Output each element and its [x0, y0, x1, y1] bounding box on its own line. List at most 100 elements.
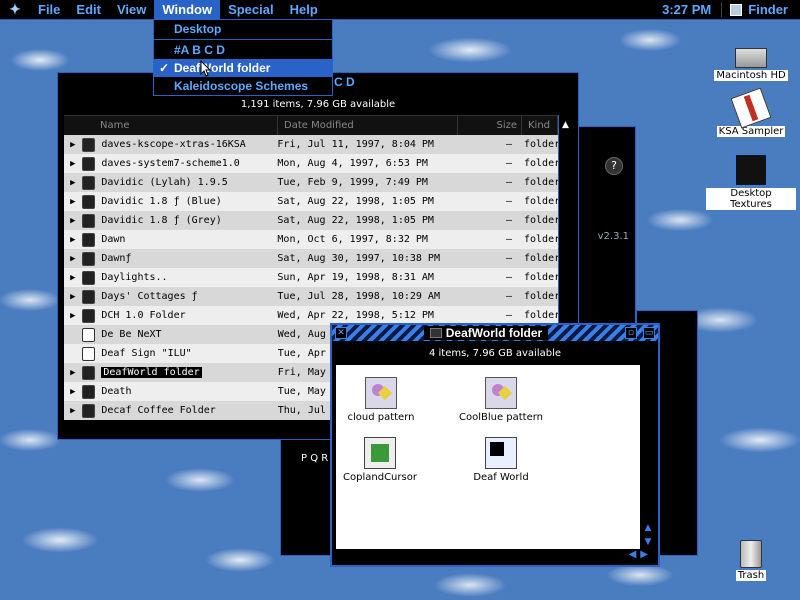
folder-icon: [81, 213, 96, 228]
scroll-up-arrow-icon[interactable]: ▲: [559, 115, 572, 135]
disclosure-triangle-icon[interactable]: ▶: [64, 254, 82, 264]
deafworld-folder-window[interactable]: ✕ DeafWorld folder ▫ ▭ 4 items, 7.96 GB …: [330, 323, 660, 567]
row-date: Tue, Jul 28, 1998, 10:29 AM: [277, 291, 440, 302]
table-row[interactable]: ▶ Davidic (Lylah) 1.9.5 Tue, Feb 9, 1999, …: [64, 173, 558, 192]
disclosure-triangle-icon[interactable]: ▶: [64, 273, 82, 283]
menu-clock[interactable]: 3:27 PM: [652, 2, 723, 17]
window-menu-item-abcd[interactable]: #A B C D: [154, 41, 332, 59]
row-name: De Be NeXT: [101, 329, 162, 340]
scroll-up-arrow-icon[interactable]: ▲: [642, 523, 654, 533]
disclosure-triangle-icon[interactable]: ▶: [64, 406, 82, 416]
menu-file[interactable]: File: [30, 0, 68, 20]
table-row[interactable]: ▶ Dawn Mon, Oct 6, 1997, 8:32 PM — folder: [64, 230, 558, 249]
disclosure-triangle-icon[interactable]: ▶: [64, 292, 82, 302]
row-size: —: [505, 177, 512, 188]
row-date: Fri, Jul 11, 1997, 8:04 PM: [277, 139, 434, 150]
file-label: CoolBlue pattern: [458, 412, 544, 423]
row-name: Death: [101, 386, 132, 397]
file-icon-cloud-pattern[interactable]: cloud pattern: [336, 377, 426, 423]
row-name: DeafWorld folder: [101, 367, 202, 378]
table-row[interactable]: ▶ daves-system7-scheme1.0 Mon, Aug 4, 1997…: [64, 154, 558, 173]
row-kind: folder: [524, 139, 558, 150]
disclosure-triangle-icon[interactable]: ▶: [64, 159, 82, 169]
desktop-icon-desktop-textures[interactable]: Desktop Textures: [706, 154, 796, 210]
file-icon-deaf-world[interactable]: Deaf World: [456, 437, 546, 483]
scroll-left-arrow-icon[interactable]: ◀: [629, 549, 637, 563]
window-menu-item-kaleidoscope[interactable]: Kaleidoscope Schemes: [154, 77, 332, 95]
row-date: Sat, Aug 30, 1997, 10:38 PM: [277, 253, 440, 264]
menu-special[interactable]: Special: [220, 0, 282, 20]
document-icon: [81, 327, 96, 342]
disclosure-triangle-icon[interactable]: ▶: [64, 178, 82, 188]
folder-proxy-icon[interactable]: [429, 328, 442, 338]
menu-separator: [154, 39, 332, 40]
row-name: Dawnƒ: [101, 253, 132, 264]
column-name-header[interactable]: Name: [64, 116, 278, 135]
file-icon-coolblue-pattern[interactable]: CoolBlue pattern: [456, 377, 546, 423]
disclosure-triangle-icon[interactable]: ▶: [64, 387, 82, 397]
icon-window-info: 4 items, 7.96 GB available: [428, 348, 562, 359]
table-row[interactable]: ▶ Daylights.. Sun, Apr 19, 1998, 8:31 AM — f…: [64, 268, 558, 287]
column-size-header[interactable]: Size: [458, 116, 522, 135]
column-header: Name Date Modified Size Kind: [64, 115, 572, 135]
collapse-box-icon[interactable]: ▭: [642, 327, 655, 339]
desktop-icon-trash[interactable]: Trash: [706, 540, 796, 581]
pattern-file-icon: [485, 377, 517, 409]
folder-icon: [81, 270, 96, 285]
menu-view[interactable]: View: [109, 0, 154, 20]
table-row[interactable]: ▶ Davidic 1.8 ƒ (Blue) Sat, Aug 22, 1998, …: [64, 192, 558, 211]
table-row[interactable]: ▶ Davidic 1.8 ƒ (Grey) Sat, Aug 22, 1998, …: [64, 211, 558, 230]
checkmark-icon: ✓: [159, 61, 170, 75]
icon-window-vertical-scrollbar[interactable]: ▲ ▼: [642, 365, 654, 551]
zoom-box-icon[interactable]: ▫: [624, 327, 637, 339]
icon-window-horizontal-scrollbar[interactable]: ◀ ▶: [336, 549, 654, 563]
row-size: —: [505, 253, 512, 264]
row-kind: folder: [524, 177, 558, 188]
document-icon: [81, 346, 96, 361]
trash-icon: [740, 540, 762, 568]
desktop-icon-ksa-sampler[interactable]: KSA Sampler: [706, 87, 796, 137]
file-label: CoplandCursor: [343, 472, 417, 483]
desktop-icon-label: Trash: [735, 570, 767, 581]
desktop-textures-icon: [735, 154, 767, 186]
title-bar[interactable]: ✕ DeafWorld folder ▫ ▭: [332, 325, 658, 341]
table-row[interactable]: ▶ daves-kscope-xtras-16KSA Fri, Jul 11, 19…: [64, 135, 558, 154]
disclosure-triangle-icon[interactable]: ▶: [64, 216, 82, 226]
row-name: Decaf Coffee Folder: [101, 405, 216, 416]
window-menu-dropdown: Desktop #A B C D ✓ DeafWorld folder Kale…: [153, 19, 333, 96]
table-row[interactable]: ▶ Dawnƒ Sat, Aug 30, 1997, 10:38 PM — folder: [64, 249, 558, 268]
file-label: cloud pattern: [347, 412, 415, 423]
disclosure-triangle-icon[interactable]: ▶: [64, 235, 82, 245]
help-icon[interactable]: ?: [605, 157, 623, 175]
scroll-right-arrow-icon[interactable]: ▶: [640, 549, 648, 563]
menu-help[interactable]: Help: [282, 0, 326, 20]
application-menu[interactable]: Finder: [722, 2, 800, 17]
row-name: Davidic 1.8 ƒ (Grey): [101, 215, 222, 226]
table-row[interactable]: ▶ Days' Cottages ƒ Tue, Jul 28, 1998, 10:2…: [64, 287, 558, 306]
menu-edit[interactable]: Edit: [68, 0, 109, 20]
disclosure-triangle-icon[interactable]: ▶: [64, 368, 82, 378]
window-title: DeafWorld folder: [423, 326, 549, 340]
window-title-fragment: C D: [334, 75, 355, 89]
disclosure-triangle-icon[interactable]: ▶: [64, 311, 82, 321]
hard-drive-icon: [735, 48, 767, 68]
column-kind-header[interactable]: Kind: [522, 116, 558, 135]
row-date: Sat, Aug 22, 1998, 1:05 PM: [277, 215, 434, 226]
menu-window[interactable]: Window: [154, 0, 221, 20]
desktop-icon-label: Macintosh HD: [714, 70, 788, 81]
scroll-down-arrow-icon[interactable]: ▼: [642, 537, 654, 547]
version-label: v2.3.1: [597, 231, 629, 242]
disclosure-triangle-icon[interactable]: ▶: [64, 197, 82, 207]
window-menu-item-deafworld[interactable]: ✓ DeafWorld folder: [154, 59, 332, 77]
folder-icon: [81, 308, 96, 323]
column-date-header[interactable]: Date Modified: [278, 116, 458, 135]
folder-icon: [81, 232, 96, 247]
window-menu-item-desktop[interactable]: Desktop: [154, 20, 332, 38]
disclosure-triangle-icon[interactable]: ▶: [64, 140, 82, 150]
finder-icon: [730, 3, 743, 16]
close-box-icon[interactable]: ✕: [335, 327, 347, 339]
file-icon-copland-cursor[interactable]: CoplandCursor: [330, 437, 430, 483]
folder-icon: [81, 384, 96, 399]
apple-menu-icon[interactable]: ✦: [0, 0, 30, 20]
desktop-icon-macintosh-hd[interactable]: Macintosh HD: [706, 40, 796, 81]
